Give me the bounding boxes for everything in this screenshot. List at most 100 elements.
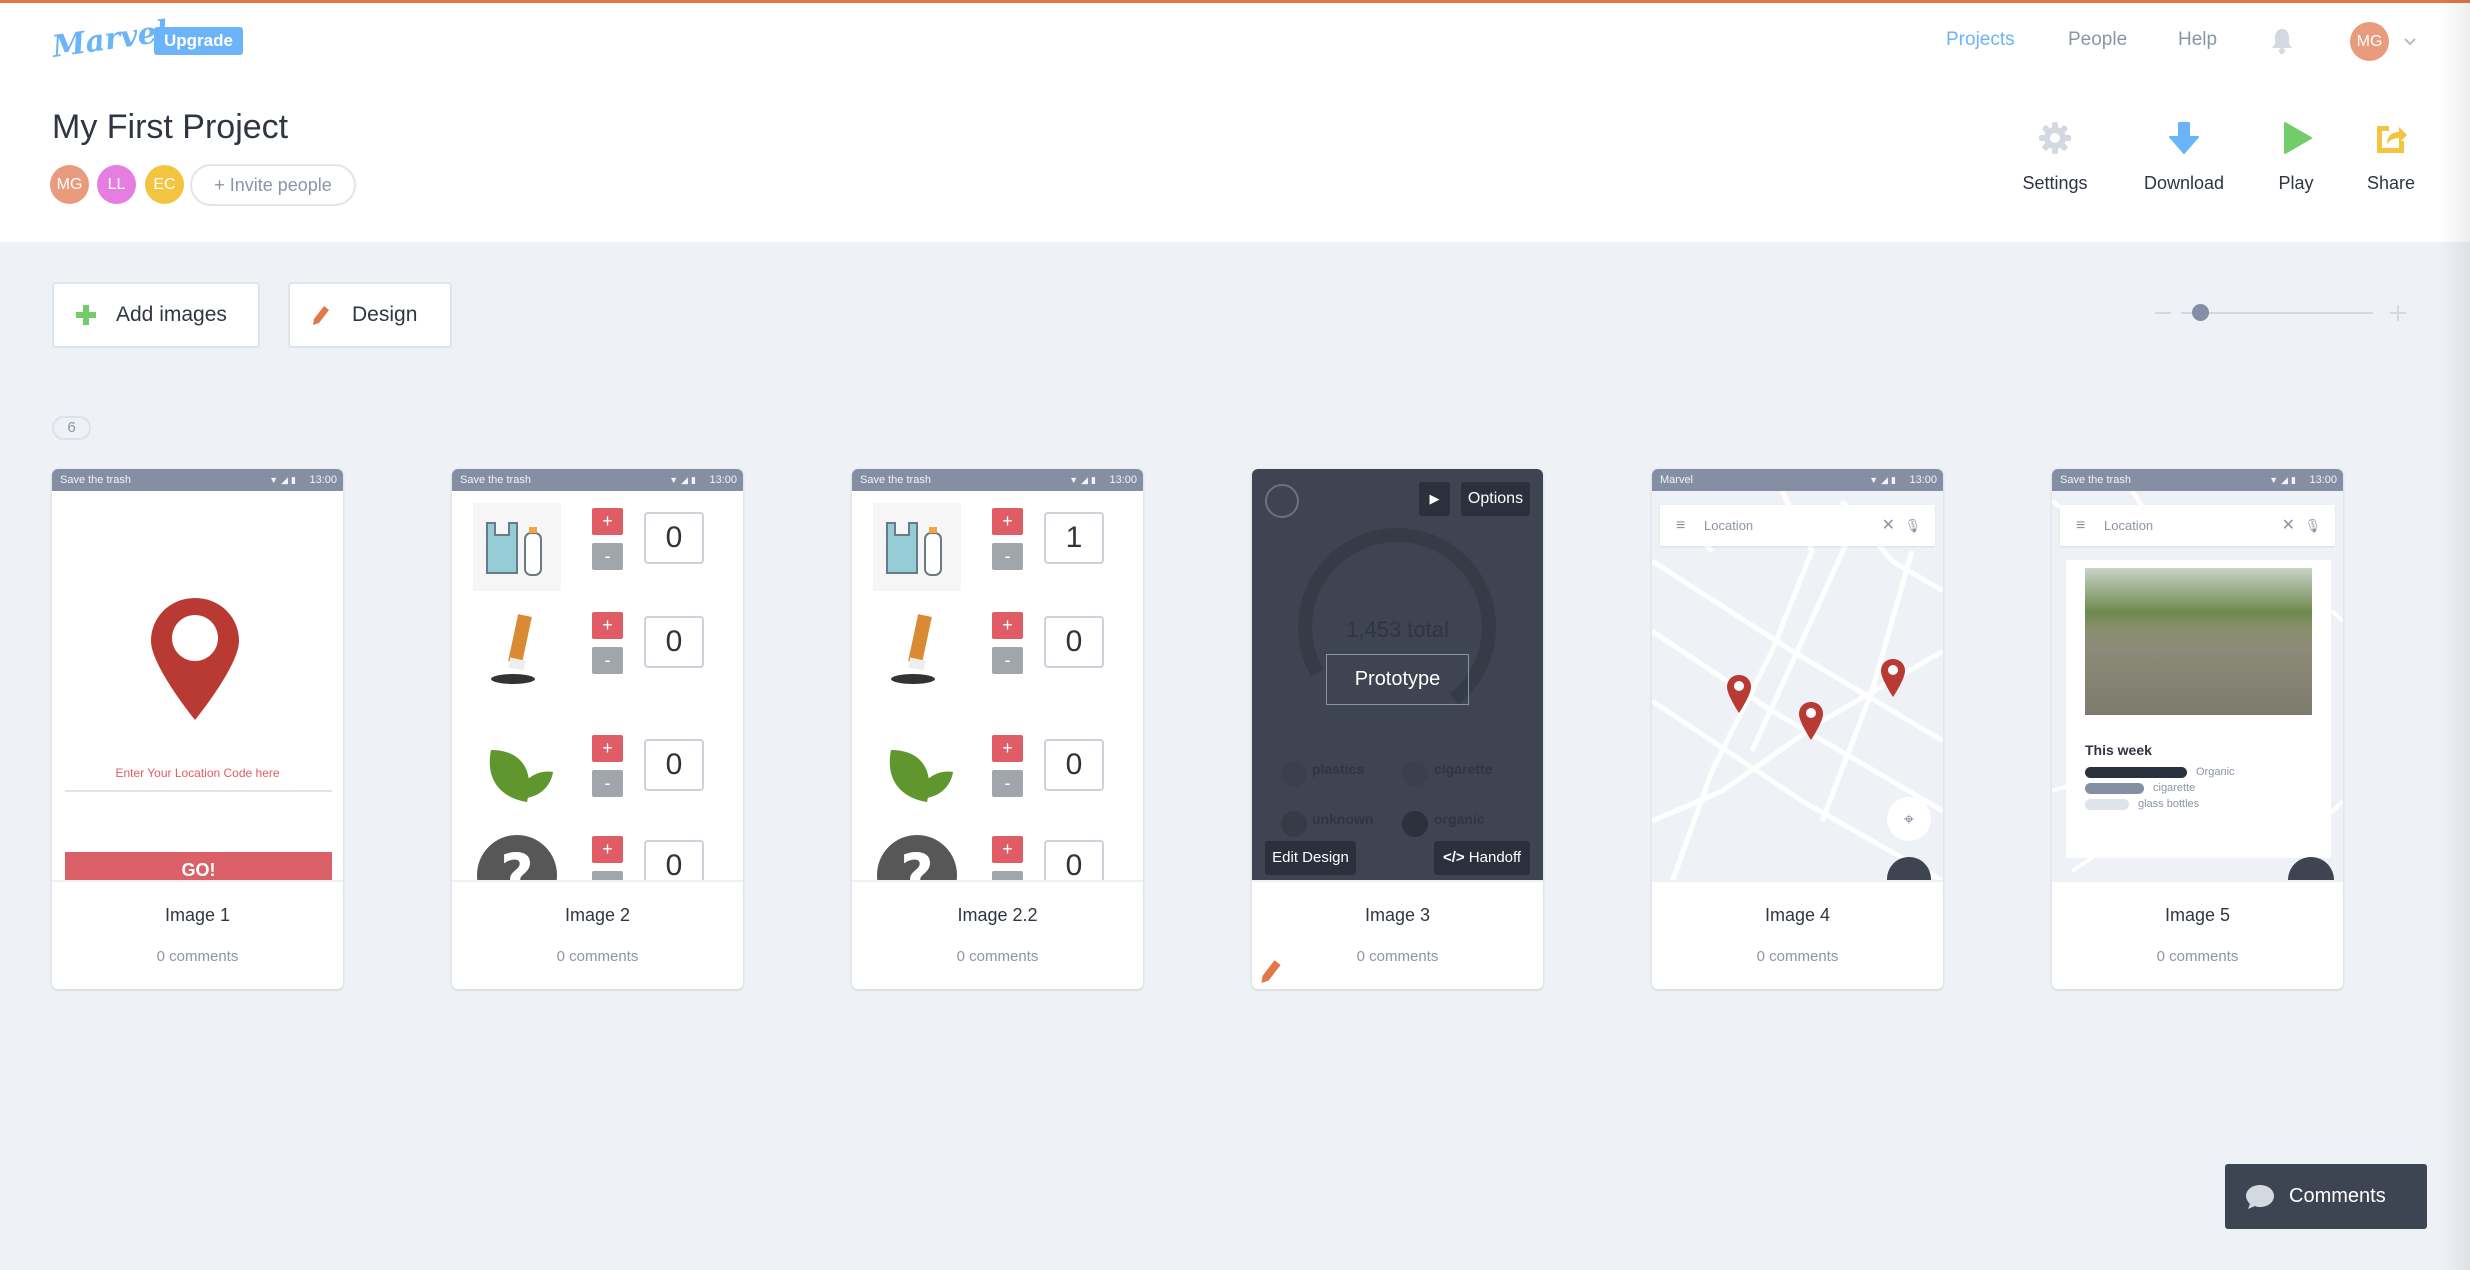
plus-icon bbox=[76, 305, 96, 325]
card-title[interactable]: Image 2.2 bbox=[852, 905, 1143, 926]
increment-button[interactable]: + bbox=[592, 612, 623, 639]
options-button[interactable]: Options bbox=[1461, 482, 1530, 516]
location-search-bar[interactable]: ≡ Location ✕ 🎙 bbox=[1660, 505, 1935, 546]
count-field[interactable]: 0 bbox=[1044, 840, 1104, 880]
week-bar bbox=[2085, 767, 2187, 778]
location-search-bar[interactable]: ≡ Location ✕ 🎙 bbox=[2060, 505, 2335, 546]
image-card[interactable]: 1,453 total plastics cigarette unknown o… bbox=[1252, 469, 1543, 989]
member-avatar[interactable]: EC bbox=[145, 165, 184, 204]
increment-button[interactable]: + bbox=[992, 836, 1023, 863]
increment-button[interactable]: + bbox=[592, 735, 623, 762]
river-photo bbox=[2085, 568, 2312, 715]
screen-thumbnail[interactable]: Save the trash▼◢▮13:00+-0+-0+-0?+-0 bbox=[452, 469, 743, 882]
decrement-button[interactable]: - bbox=[592, 543, 623, 570]
count-field[interactable]: 0 bbox=[644, 739, 704, 791]
decrement-button[interactable]: - bbox=[992, 871, 1023, 880]
svg-text:?: ? bbox=[900, 841, 934, 882]
user-avatar[interactable]: MG bbox=[2350, 22, 2389, 61]
bell-icon[interactable] bbox=[2270, 27, 2294, 55]
card-comments[interactable]: 0 comments bbox=[1252, 948, 1543, 965]
card-title[interactable]: Image 1 bbox=[52, 905, 343, 926]
count-field[interactable]: 1 bbox=[1044, 512, 1104, 564]
handoff-button[interactable]: </> Handoff bbox=[1434, 841, 1530, 875]
decrement-button[interactable]: - bbox=[592, 647, 623, 674]
increment-button[interactable]: + bbox=[592, 836, 623, 863]
close-icon[interactable]: ✕ bbox=[2282, 505, 2295, 546]
comments-button[interactable]: Comments bbox=[2225, 1164, 2427, 1229]
card-comments[interactable]: 0 comments bbox=[52, 948, 343, 965]
member-avatar[interactable]: LL bbox=[97, 165, 136, 204]
close-icon[interactable]: ✕ bbox=[1882, 505, 1895, 546]
settings-button[interactable]: Settings bbox=[1995, 120, 2115, 194]
chevron-down-icon[interactable] bbox=[2404, 38, 2416, 46]
nav-projects[interactable]: Projects bbox=[1946, 29, 2015, 51]
week-bar bbox=[2085, 799, 2129, 810]
invite-people-button[interactable]: + Invite people bbox=[190, 164, 356, 206]
increment-button[interactable]: + bbox=[992, 735, 1023, 762]
pencil-icon[interactable] bbox=[1260, 959, 1282, 983]
add-images-button[interactable]: Add images bbox=[52, 282, 260, 348]
increment-button[interactable]: + bbox=[992, 508, 1023, 535]
count-field[interactable]: 0 bbox=[644, 616, 704, 668]
nav-help[interactable]: Help bbox=[2178, 29, 2217, 51]
screen-thumbnail[interactable]: Marvel ▼◢▮ 13:00 ≡ Location ✕ 🎙 ⌖ bbox=[1652, 469, 1943, 882]
menu-icon[interactable]: ≡ bbox=[2076, 505, 2085, 546]
zoom-slider-knob[interactable] bbox=[2192, 304, 2210, 321]
card-title[interactable]: Image 2 bbox=[452, 905, 743, 926]
count-field[interactable]: 0 bbox=[644, 840, 704, 880]
decrement-button[interactable]: - bbox=[992, 543, 1023, 570]
card-comments[interactable]: 0 comments bbox=[852, 948, 1143, 965]
screen-thumbnail[interactable]: Save the trash ▼◢▮ 13:00 Enter Your Locati… bbox=[52, 469, 343, 882]
my-location-button[interactable]: ⌖ bbox=[1887, 797, 1931, 841]
location-code-input[interactable]: Enter Your Location Code here bbox=[52, 766, 343, 780]
count-field[interactable]: 0 bbox=[1044, 739, 1104, 791]
image-card[interactable]: Save the trash ▼◢▮ 13:00 ≡ Location ✕ 🎙 This … bbox=[2052, 469, 2343, 989]
image-card[interactable]: Save the trash▼◢▮13:00+-1+-0+-0?+-0Image… bbox=[852, 469, 1143, 989]
go-button[interactable]: GO! bbox=[65, 852, 332, 880]
map-pin-icon bbox=[1727, 675, 1751, 713]
download-button[interactable]: Download bbox=[2124, 120, 2244, 194]
image-card[interactable]: Save the trash▼◢▮13:00+-0+-0+-0?+-0Image… bbox=[452, 469, 743, 989]
card-comments[interactable]: 0 comments bbox=[1652, 948, 1943, 965]
share-icon bbox=[2377, 126, 2407, 153]
menu-icon[interactable]: ≡ bbox=[1676, 505, 1685, 546]
image-card[interactable]: Save the trash ▼◢▮ 13:00 Enter Your Locati… bbox=[52, 469, 343, 989]
map-pin-icon bbox=[1881, 659, 1905, 697]
card-title[interactable]: Image 5 bbox=[2052, 905, 2343, 926]
screen-thumbnail[interactable]: Save the trash ▼◢▮ 13:00 ≡ Location ✕ 🎙 This … bbox=[2052, 469, 2343, 882]
mic-icon[interactable]: 🎙 bbox=[2304, 505, 2321, 546]
image-card[interactable]: Marvel ▼◢▮ 13:00 ≡ Location ✕ 🎙 ⌖ Image 4 0 c… bbox=[1652, 469, 1943, 989]
prototype-button[interactable]: Prototype bbox=[1326, 654, 1469, 705]
increment-button[interactable]: + bbox=[992, 612, 1023, 639]
zoom-slider-track[interactable] bbox=[2181, 312, 2373, 314]
nav-people[interactable]: People bbox=[2068, 29, 2127, 51]
upgrade-button[interactable]: Upgrade bbox=[154, 27, 243, 55]
design-button[interactable]: Design bbox=[288, 282, 452, 348]
plastic-bag-bottle-icon bbox=[473, 503, 561, 596]
screen-thumbnail-hover[interactable]: 1,453 total plastics cigarette unknown o… bbox=[1252, 469, 1543, 882]
increment-button[interactable]: + bbox=[592, 508, 623, 535]
question-icon: ? bbox=[473, 831, 561, 880]
card-title[interactable]: Image 4 bbox=[1652, 905, 1943, 926]
card-comments[interactable]: 0 comments bbox=[2052, 948, 2343, 965]
share-button[interactable]: Share bbox=[2331, 120, 2451, 194]
gear-icon bbox=[2039, 122, 2071, 154]
zoom-out-icon[interactable] bbox=[2155, 312, 2171, 314]
count-field[interactable]: 0 bbox=[1044, 616, 1104, 668]
status-app-name: Save the trash bbox=[2060, 474, 2131, 486]
card-comments[interactable]: 0 comments bbox=[452, 948, 743, 965]
edit-design-button[interactable]: Edit Design bbox=[1265, 841, 1356, 875]
count-field[interactable]: 0 bbox=[644, 512, 704, 564]
screen-thumbnail[interactable]: Save the trash▼◢▮13:00+-1+-0+-0?+-0 bbox=[852, 469, 1143, 882]
mic-icon[interactable]: 🎙 bbox=[1904, 505, 1921, 546]
download-arrow-icon bbox=[2169, 122, 2199, 154]
play-prototype-button[interactable]: ▶ bbox=[1419, 482, 1450, 516]
decrement-button[interactable]: - bbox=[992, 770, 1023, 797]
decrement-button[interactable]: - bbox=[592, 871, 623, 880]
card-title[interactable]: Image 3 bbox=[1252, 905, 1543, 926]
member-avatar[interactable]: MG bbox=[50, 165, 89, 204]
image-count-badge: 6 bbox=[52, 416, 91, 440]
decrement-button[interactable]: - bbox=[992, 647, 1023, 674]
decrement-button[interactable]: - bbox=[592, 770, 623, 797]
zoom-in-icon[interactable] bbox=[2390, 305, 2406, 321]
